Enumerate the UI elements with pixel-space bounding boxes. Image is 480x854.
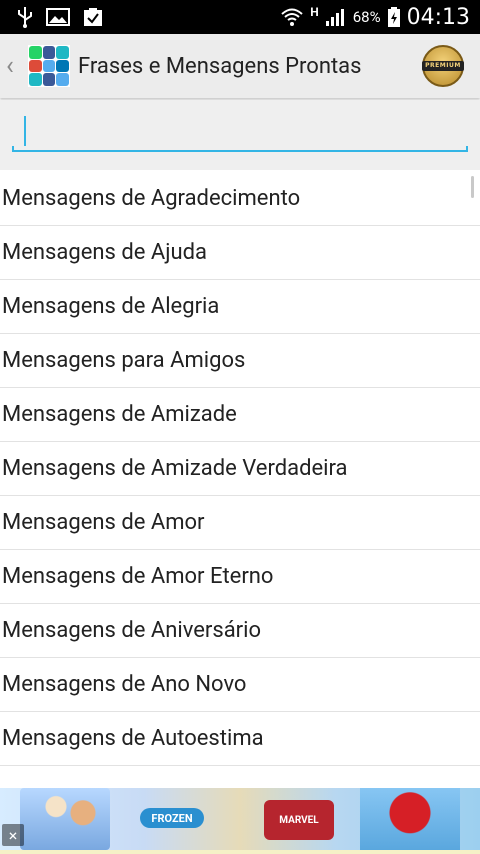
- list-item[interactable]: Mensagens de Ajuda: [0, 226, 480, 280]
- search-input[interactable]: [12, 114, 468, 152]
- network-type-label: H: [310, 5, 319, 19]
- search-underline: [12, 146, 468, 152]
- premium-badge-icon[interactable]: PREMIUM: [422, 45, 464, 87]
- list-item[interactable]: Mensagens de Alegria: [0, 280, 480, 334]
- status-time: 04:13: [406, 4, 470, 30]
- premium-label: PREMIUM: [425, 62, 461, 69]
- list-item[interactable]: Mensagens de Autoestima: [0, 712, 480, 766]
- close-icon[interactable]: ×: [2, 824, 24, 846]
- clipboard-check-icon: [82, 6, 104, 28]
- action-bar: ‹ Frases e Mensagens Prontas PREMIUM: [0, 34, 480, 98]
- list-item[interactable]: Mensagens de Agradecimento: [0, 172, 480, 226]
- text-caret: [24, 116, 26, 146]
- status-left-icons: [0, 6, 104, 28]
- list-item[interactable]: Mensagens de Amor Eterno: [0, 550, 480, 604]
- ad-marvel-logo: MARVEL: [264, 800, 334, 840]
- list-item[interactable]: Mensagens de Ano Novo: [0, 658, 480, 712]
- chevron-left-icon[interactable]: ‹: [0, 51, 24, 81]
- status-right-icons: H 68% 04:13: [280, 5, 480, 30]
- signal-icon: [325, 7, 347, 27]
- battery-percent: 68%: [352, 8, 381, 26]
- app-title: Frases e Mensagens Prontas: [78, 53, 362, 79]
- app-logo-icon[interactable]: [28, 45, 70, 87]
- search-area: [0, 100, 480, 170]
- scrollbar[interactable]: [471, 176, 474, 198]
- list-item[interactable]: Mensagens de Aniversário: [0, 604, 480, 658]
- bottom-strip: [0, 850, 480, 854]
- image-icon: [46, 7, 70, 27]
- usb-icon: [16, 6, 34, 28]
- category-list[interactable]: Mensagens de Agradecimento Mensagens de …: [0, 172, 480, 788]
- battery-charging-icon: [387, 6, 401, 28]
- list-item[interactable]: Mensagens de Amizade Verdadeira: [0, 442, 480, 496]
- list-item[interactable]: Mensagens de Amizade: [0, 388, 480, 442]
- ad-spiderman-image: [360, 788, 460, 850]
- wifi-icon: [280, 7, 304, 27]
- ad-frozen-characters-image: [20, 788, 110, 850]
- ad-banner[interactable]: FROZEN MARVEL ×: [0, 788, 480, 850]
- list-item[interactable]: Mensagens de Amor: [0, 496, 480, 550]
- status-bar: H 68% 04:13: [0, 0, 480, 34]
- list-item[interactable]: Mensagens para Amigos: [0, 334, 480, 388]
- ad-frozen-logo: FROZEN: [140, 808, 204, 828]
